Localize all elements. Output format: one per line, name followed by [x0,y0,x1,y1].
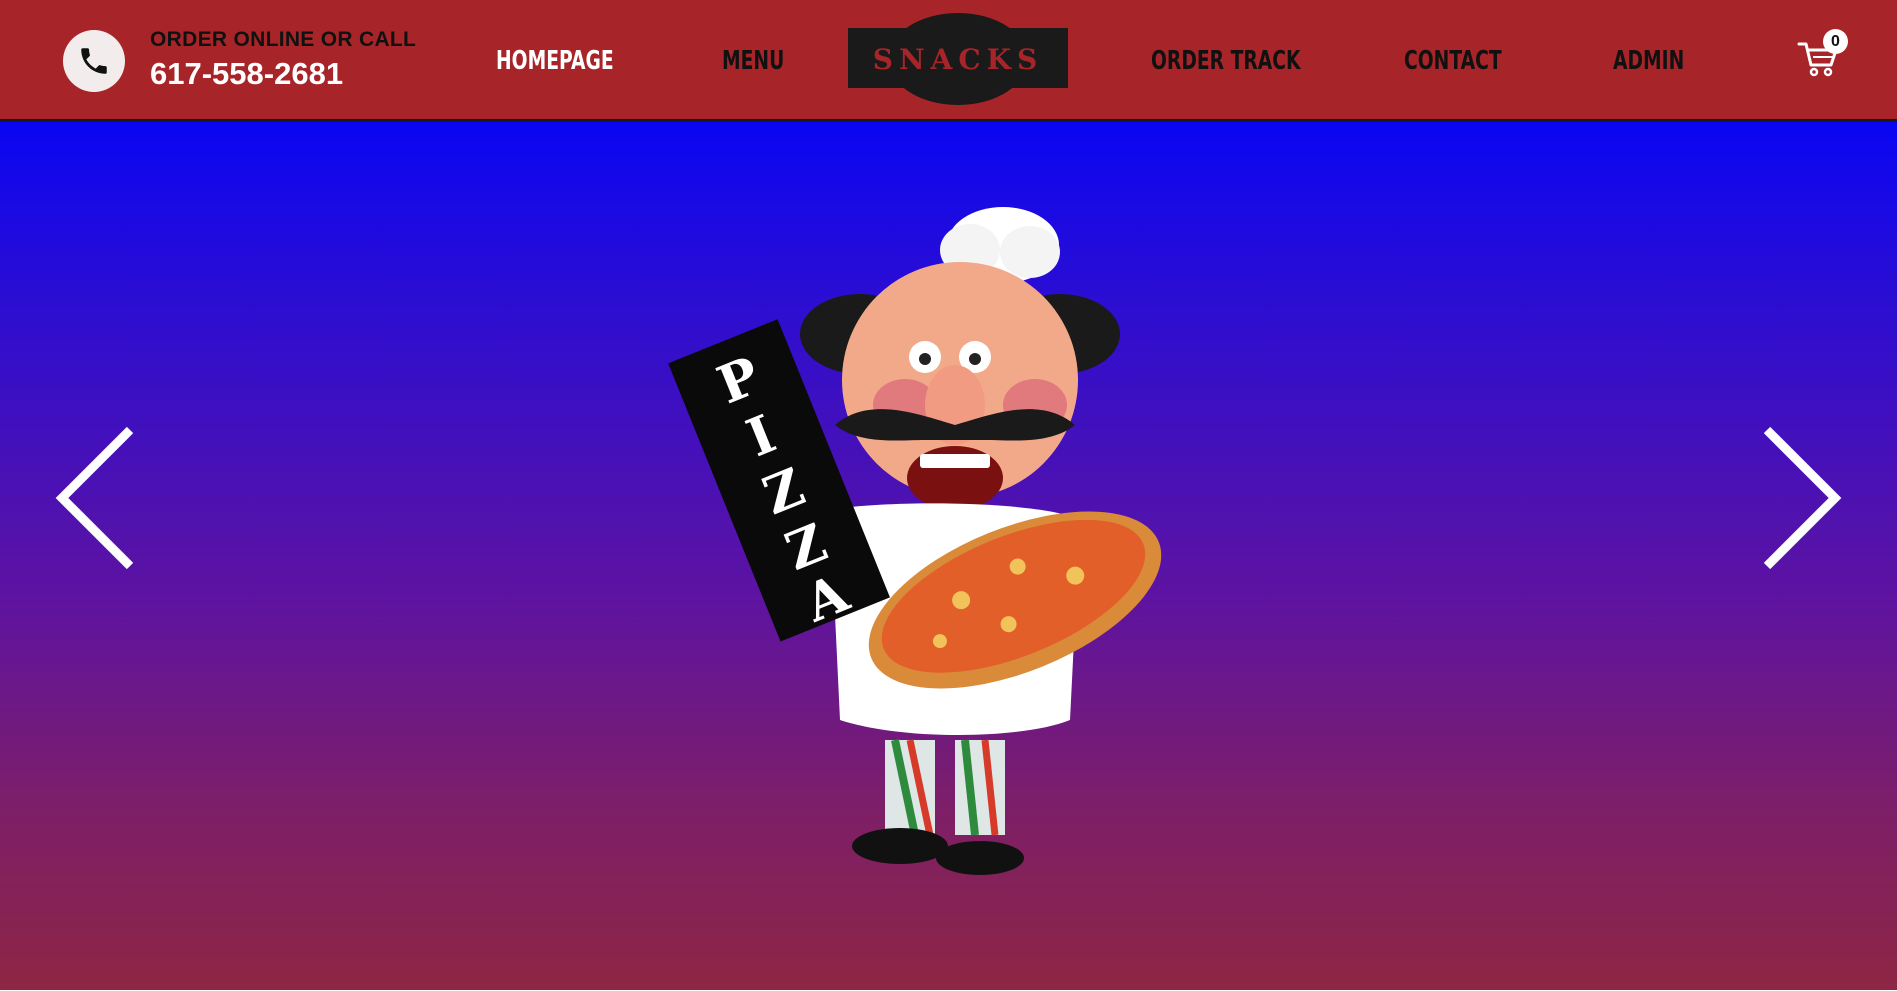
call-button[interactable] [63,30,125,92]
logo[interactable]: SNACKS [848,12,1068,106]
nav-order-track[interactable]: ORDER TRACK [1151,42,1301,80]
logo-text: SNACKS [872,42,1044,76]
cart-count-badge: 0 [1823,29,1848,54]
call-info: ORDER ONLINE OR CALL 617-558-2681 [150,28,416,92]
chevron-left-icon [55,426,134,570]
navbar: ORDER ONLINE OR CALL 617-558-2681 HOMEPA… [0,0,1897,122]
hero-slider: P I Z Z A [0,122,1897,990]
slider-prev-button[interactable] [50,422,140,572]
nav-contact[interactable]: CONTACT [1404,42,1502,80]
nav-admin[interactable]: ADMIN [1613,42,1684,80]
phone-number[interactable]: 617-558-2681 [150,56,416,92]
nav-menu[interactable]: MENU [722,42,784,80]
pizza-chef-illustration: P I Z Z A [668,207,1162,875]
chevron-right-icon [1763,426,1842,570]
phone-icon [81,48,107,74]
nav-homepage[interactable]: HOMEPAGE [496,42,614,80]
call-label: ORDER ONLINE OR CALL [150,28,417,51]
slider-next-button[interactable] [1757,422,1847,572]
